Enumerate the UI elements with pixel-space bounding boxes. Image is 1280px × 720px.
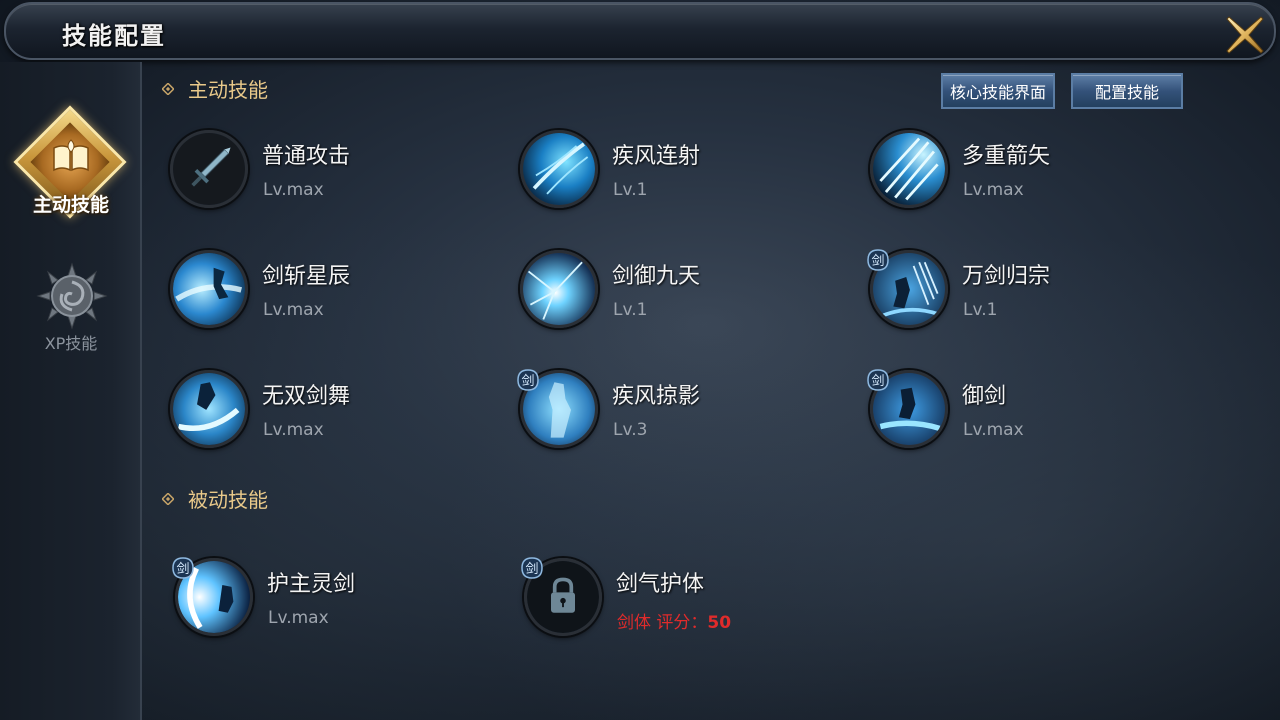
sword-glyph-badge: 剑: [867, 249, 889, 271]
sword-icon: [170, 130, 248, 208]
skill-name: 护主灵剑: [267, 572, 356, 597]
sword-dance-icon: [170, 370, 248, 448]
svg-text:剑: 剑: [525, 561, 538, 577]
diamond-bullet-icon: [162, 492, 174, 505]
close-button[interactable]: [1218, 10, 1272, 60]
skill-slot[interactable]: 剑斩星辰 Lv.max: [170, 250, 510, 334]
passive-skills-title: 被动技能: [188, 488, 268, 512]
book-icon: [53, 139, 89, 172]
skill-name: 无双剑舞: [262, 384, 351, 409]
skill-slot[interactable]: 剑 御剑 Lv.max: [867, 369, 1210, 454]
skill-level: Lv.max: [963, 180, 1024, 200]
sword-glyph-badge: 剑: [517, 369, 539, 391]
svg-text:剑: 剑: [871, 253, 884, 269]
diamond-bullet-icon: [162, 82, 174, 95]
close-icon: [1226, 16, 1264, 54]
requirement-label: 剑体 评分：: [617, 613, 708, 633]
skill-name: 疾风连射: [612, 144, 701, 169]
unlock-requirement: 剑体 评分：50: [617, 608, 731, 633]
tab-active-label: 主动技能: [32, 194, 109, 216]
svg-text:剑: 剑: [176, 561, 189, 577]
skill-name: 御剑: [962, 384, 1007, 409]
skill-level: Lv.max: [268, 608, 329, 628]
passive-skills-header: 被动技能: [162, 484, 268, 513]
core-skills-button[interactable]: 核心技能界面: [941, 73, 1055, 109]
skill-level: Lv.max: [263, 300, 324, 320]
vortex-icon: [36, 262, 108, 330]
skill-level: Lv.3: [613, 420, 648, 440]
skill-name: 普通攻击: [262, 144, 351, 169]
star-slash-icon: [170, 250, 248, 328]
gale-volley-icon: [520, 130, 598, 208]
multi-arrow-icon: [870, 130, 948, 208]
sky-sword-icon: [520, 250, 598, 328]
svg-text:剑: 剑: [871, 373, 884, 389]
title-bar: 技能配置: [4, 2, 1276, 60]
skill-slot[interactable]: 剑御九天 Lv.1: [520, 250, 860, 334]
configure-skills-button[interactable]: 配置技能: [1071, 73, 1183, 109]
requirement-score: 50: [707, 613, 732, 633]
skill-slot[interactable]: 剑 疾风掠影 Lv.3: [517, 369, 860, 454]
window-title: 技能配置: [62, 22, 166, 50]
skill-slot[interactable]: 无双剑舞 Lv.max: [170, 370, 510, 454]
skill-slot-locked[interactable]: 剑 剑气护体 剑体 评分：50: [521, 557, 864, 642]
sword-glyph-badge: 剑: [521, 557, 543, 579]
skill-level: Lv.1: [613, 300, 648, 320]
skill-name: 疾风掠影: [612, 384, 701, 409]
sword-glyph-badge: 剑: [867, 369, 889, 391]
skill-name: 万剑归宗: [962, 264, 1051, 289]
skill-level: Lv.max: [263, 180, 324, 200]
sword-glyph-badge: 剑: [172, 557, 194, 579]
skill-slot[interactable]: 剑 万剑归宗 Lv.1: [867, 249, 1210, 334]
skill-name: 多重箭矢: [962, 144, 1051, 169]
skill-slot[interactable]: 普通攻击 Lv.max: [170, 130, 510, 214]
tab-xp-skills[interactable]: XP技能: [0, 262, 142, 372]
svg-text:剑: 剑: [521, 373, 534, 389]
skill-level: Lv.1: [613, 180, 648, 200]
tab-sidebar: 主动技能 XP技能: [0, 62, 142, 720]
skill-name: 剑斩星辰: [262, 264, 351, 289]
skill-level: Lv.1: [963, 300, 998, 320]
skill-level: Lv.max: [263, 420, 324, 440]
skill-slot[interactable]: 疾风连射 Lv.1: [520, 130, 860, 214]
active-skills-title: 主动技能: [188, 78, 268, 102]
skill-slot[interactable]: 剑 护主灵剑 Lv.max: [172, 557, 515, 642]
tab-active-skills[interactable]: 主动技能: [0, 105, 142, 224]
skill-name: 剑气护体: [616, 572, 705, 597]
skill-slot[interactable]: 多重箭矢 Lv.max: [870, 130, 1210, 214]
tab-xp-label: XP技能: [44, 334, 98, 353]
skill-level: Lv.max: [963, 420, 1024, 440]
active-skills-header: 主动技能: [162, 74, 268, 103]
skill-name: 剑御九天: [612, 264, 701, 289]
